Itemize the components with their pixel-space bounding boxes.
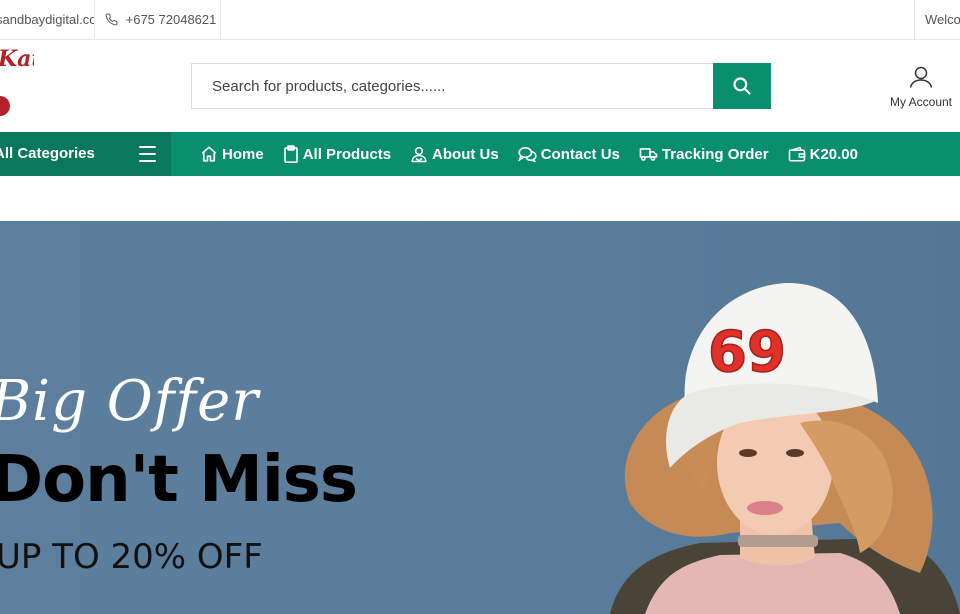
my-account-label: My Account (889, 95, 953, 109)
logo-swash (0, 96, 10, 116)
welcome-text: Welcome (914, 0, 960, 39)
all-categories-label: All Categories (0, 145, 95, 162)
nav-item-about-us[interactable]: About Us (410, 145, 499, 163)
site-header: Kath My Account (0, 40, 960, 132)
nav-item-contact-us[interactable]: Contact Us (517, 145, 620, 163)
search-input[interactable] (191, 63, 713, 109)
top-bar: sandbaydigital.com +675 72048621 Welcome (0, 0, 960, 40)
nav-label-about-us: About Us (432, 145, 499, 163)
search-bar (191, 63, 771, 109)
hero-headline: Don't Miss (0, 443, 358, 517)
nav-item-home[interactable]: Home (200, 145, 264, 163)
all-categories-button[interactable]: All Categories (0, 132, 171, 176)
nav-item-tracking-order[interactable]: Tracking Order (639, 146, 769, 163)
cap-number: 69 (708, 320, 786, 385)
search-button[interactable] (713, 63, 771, 109)
hero-model-image: 69 (610, 282, 960, 614)
main-nav: All Categories Home All Products About U… (0, 132, 960, 176)
clipboard-icon (283, 145, 298, 163)
nav-label-contact-us: Contact Us (540, 145, 620, 163)
chat-icon (517, 147, 537, 162)
nav-label-tracking-order: Tracking Order (661, 145, 769, 163)
nav-label-all-products: All Products (302, 145, 392, 163)
contact-phone[interactable]: +675 72048621 (95, 0, 221, 39)
user-icon (909, 66, 933, 88)
hero-banner[interactable]: Big Offer Don't Miss UP TO 20% OFF 69 (0, 221, 960, 614)
my-account-link[interactable]: My Account (882, 66, 960, 109)
hamburger-menu-icon (139, 146, 156, 162)
search-icon (733, 77, 751, 95)
hero-script-text: Big Offer (0, 369, 259, 434)
user-group-icon (411, 146, 427, 163)
logo-text: Kath (0, 46, 34, 72)
phone-number: +675 72048621 (125, 12, 217, 27)
phone-icon (105, 13, 118, 26)
nav-label-home: Home (222, 145, 264, 163)
hero-discount: UP TO 20% OFF (0, 537, 263, 577)
site-logo[interactable]: Kath (0, 42, 34, 120)
cart-total: K20.00 (809, 145, 858, 163)
nav-item-cart[interactable]: K20.00 (788, 146, 858, 163)
truck-icon (639, 148, 658, 161)
cart-icon (788, 146, 805, 162)
contact-email[interactable]: sandbaydigital.com (0, 0, 95, 39)
nav-item-all-products[interactable]: All Products (283, 145, 391, 163)
home-icon (201, 146, 217, 162)
